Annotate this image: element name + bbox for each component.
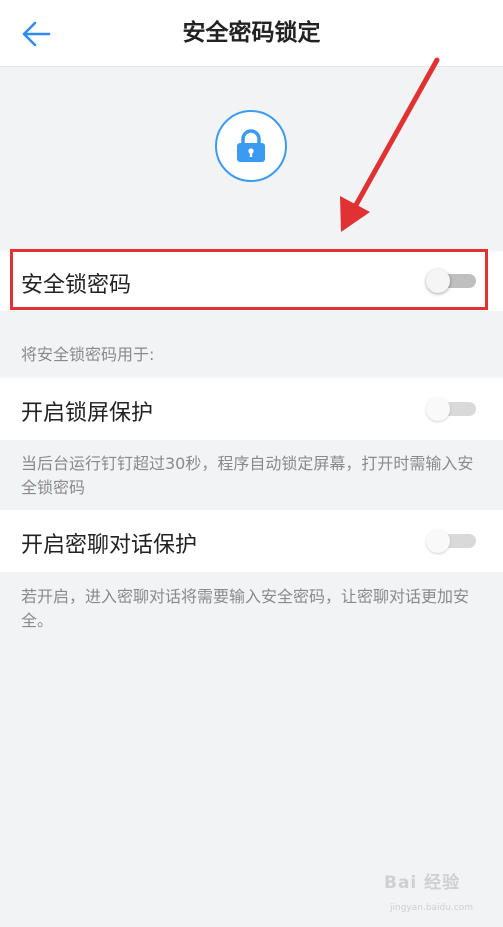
watermark-logo: Bai 经验	[384, 873, 461, 893]
secret-chat-toggle[interactable]	[426, 529, 478, 553]
lock-screen-toggle[interactable]	[426, 397, 478, 421]
secret-chat-description: 若开启，进入密聊对话将需要输入安全密码，让密聊对话更加安全。	[21, 587, 470, 630]
secret-chat-label: 开启密聊对话保护	[21, 533, 198, 558]
watermark-url: jingyan.baidu.com	[390, 903, 474, 913]
highlight-box	[10, 249, 488, 310]
secret-chat-row[interactable]: 开启密聊对话保护	[0, 510, 503, 572]
section-caption: 将安全锁密码用于:	[21, 345, 155, 364]
lock-screen-row[interactable]: 开启锁屏保护	[0, 378, 503, 440]
lock-screen-label: 开启锁屏保护	[21, 401, 154, 426]
lock-screen-description: 当后台运行钉钉超过30秒，程序自动锁定屏幕，打开时需输入安全锁密码	[21, 454, 474, 497]
